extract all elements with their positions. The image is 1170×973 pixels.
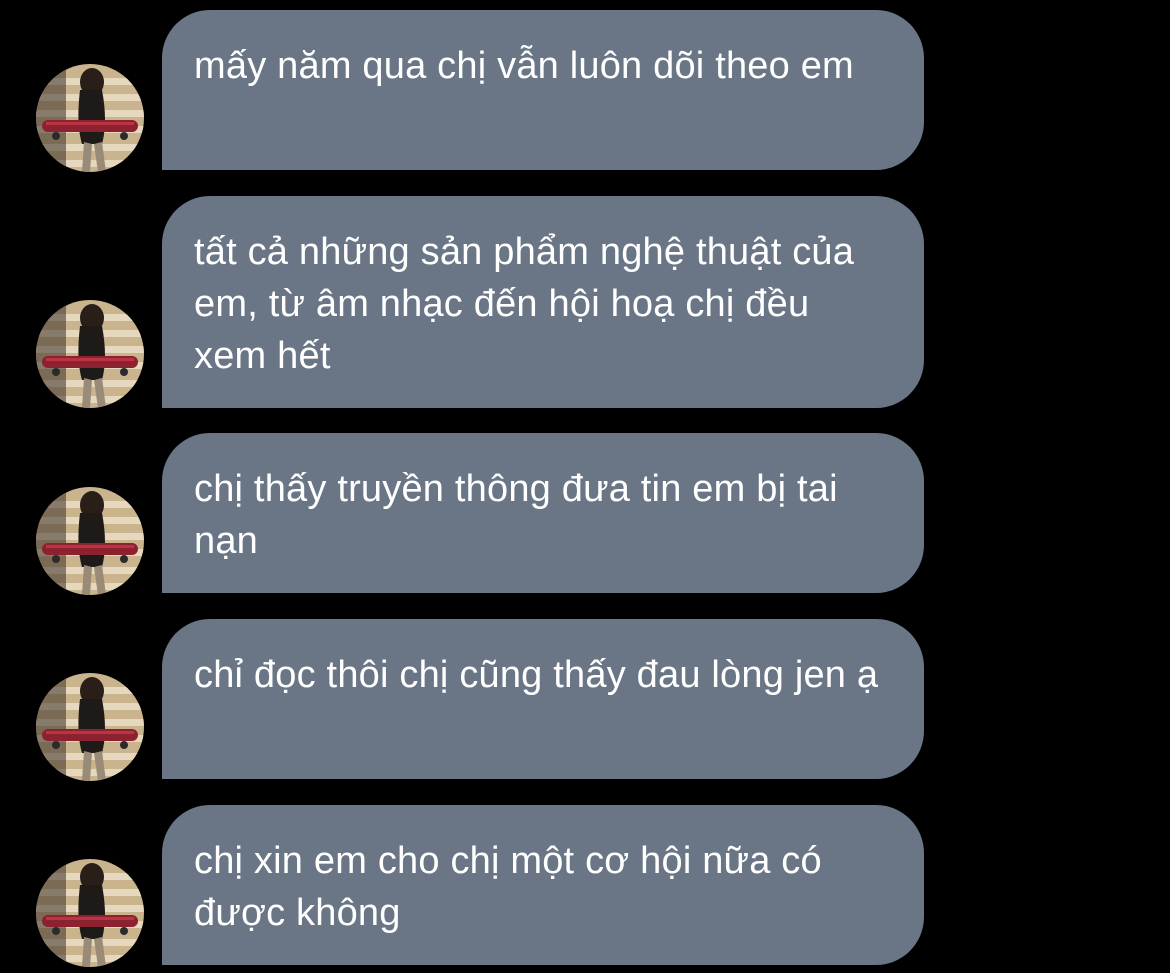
profile-photo-avatar [36, 487, 144, 595]
message-text: tất cả những sản phẩm nghệ thuật của em,… [194, 231, 855, 377]
message-bubble[interactable]: chỉ đọc thôi chị cũng thấy đau lòng jen … [162, 619, 924, 779]
avatar[interactable] [36, 64, 144, 172]
message-text: chị thấy truyền thông đưa tin em bị tai … [194, 468, 838, 562]
profile-photo-avatar [36, 673, 144, 781]
avatar[interactable] [36, 859, 144, 967]
message-bubble[interactable]: chị thấy truyền thông đưa tin em bị tai … [162, 433, 924, 593]
avatar[interactable] [36, 673, 144, 781]
message-text: mấy năm qua chị vẫn luôn dõi theo em [194, 45, 854, 87]
profile-photo-avatar [36, 859, 144, 967]
message-bubble[interactable]: tất cả những sản phẩm nghệ thuật của em,… [162, 196, 924, 408]
avatar[interactable] [36, 300, 144, 408]
message-text: chị xin em cho chị một cơ hội nữa có đượ… [194, 840, 822, 934]
profile-photo-avatar [36, 300, 144, 408]
message-text: chỉ đọc thôi chị cũng thấy đau lòng jen … [194, 654, 879, 696]
avatar[interactable] [36, 487, 144, 595]
profile-photo-avatar [36, 64, 144, 172]
message-bubble[interactable]: chị xin em cho chị một cơ hội nữa có đượ… [162, 805, 924, 965]
message-bubble[interactable]: mấy năm qua chị vẫn luôn dõi theo em [162, 10, 924, 170]
